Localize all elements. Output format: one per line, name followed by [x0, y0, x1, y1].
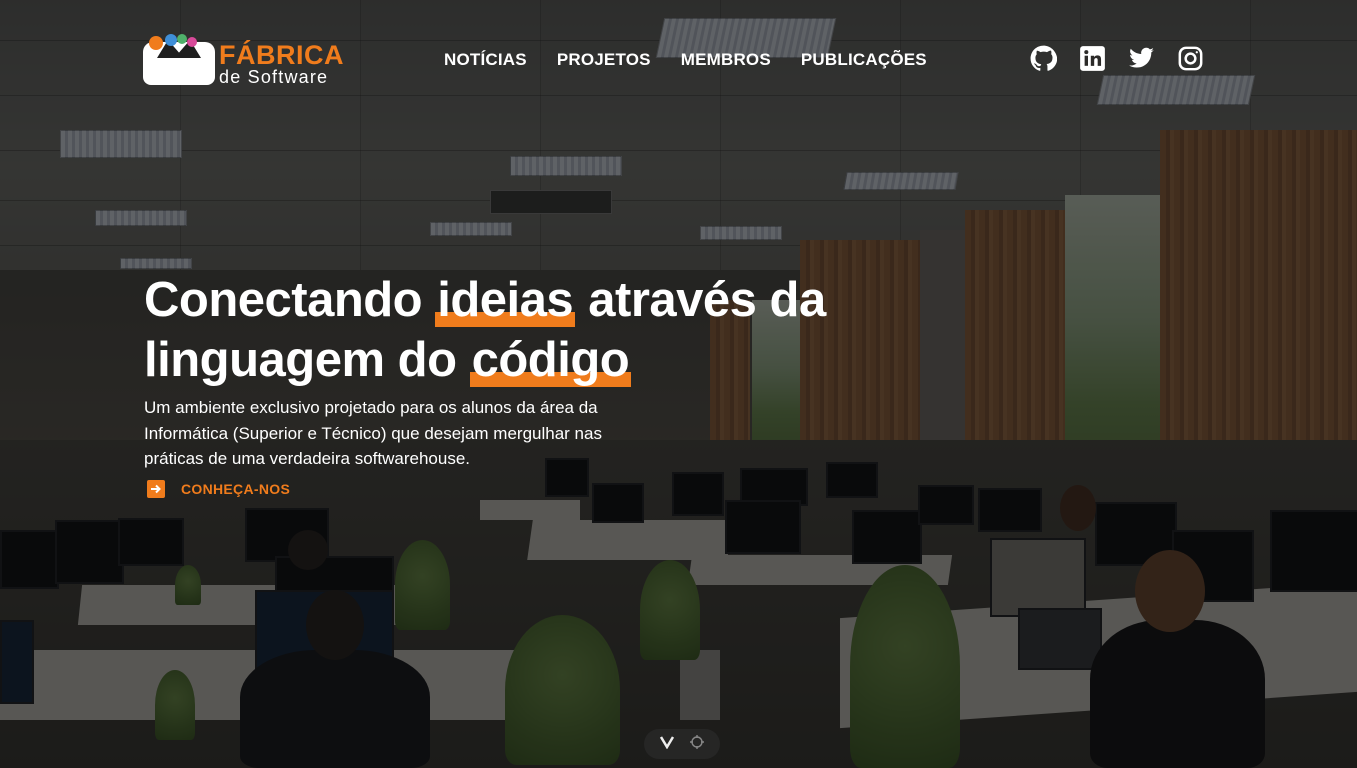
nav-item-projetos[interactable]: PROJETOS [557, 49, 651, 71]
hero-title: Conectando ideias através da linguagem d… [144, 270, 844, 390]
nav-item-noticias[interactable]: NOTÍCIAS [444, 49, 527, 71]
logo-subtitle: de Software [219, 67, 329, 87]
logo-title: FÁBRICA [219, 40, 344, 70]
nav-item-membros[interactable]: MEMBROS [681, 49, 771, 71]
arrow-right-icon [147, 480, 165, 498]
crosshair-icon [689, 734, 705, 755]
chevron-down-icon [659, 735, 675, 754]
logo-dot-green [177, 34, 187, 44]
linkedin-icon[interactable] [1079, 45, 1106, 72]
site-header: FÁBRICA de Software NOTÍCIAS PROJETOS ME… [0, 0, 1357, 120]
cta-label: CONHEÇA-NOS [181, 481, 291, 497]
logo-dot-blue [165, 34, 177, 46]
logo-dot-orange [149, 36, 163, 50]
hero-title-part1: Conectando [144, 273, 436, 327]
scroll-indicator[interactable] [644, 729, 720, 759]
hero-title-highlight-codigo: código [469, 333, 632, 387]
social-links [1030, 45, 1204, 72]
logo-dot-pink [187, 37, 197, 47]
github-icon[interactable] [1030, 45, 1057, 72]
twitter-icon[interactable] [1128, 45, 1155, 72]
conheca-nos-button[interactable]: CONHEÇA-NOS [147, 480, 290, 498]
hero-description: Um ambiente exclusivo projetado para os … [144, 398, 602, 468]
main-navigation: NOTÍCIAS PROJETOS MEMBROS PUBLICAÇÕES [444, 49, 927, 71]
site-logo[interactable]: FÁBRICA de Software [143, 34, 363, 90]
nav-item-publicacoes[interactable]: PUBLICAÇÕES [801, 49, 927, 71]
hero-title-highlight-ideias: ideias [435, 273, 576, 327]
instagram-icon[interactable] [1177, 45, 1204, 72]
